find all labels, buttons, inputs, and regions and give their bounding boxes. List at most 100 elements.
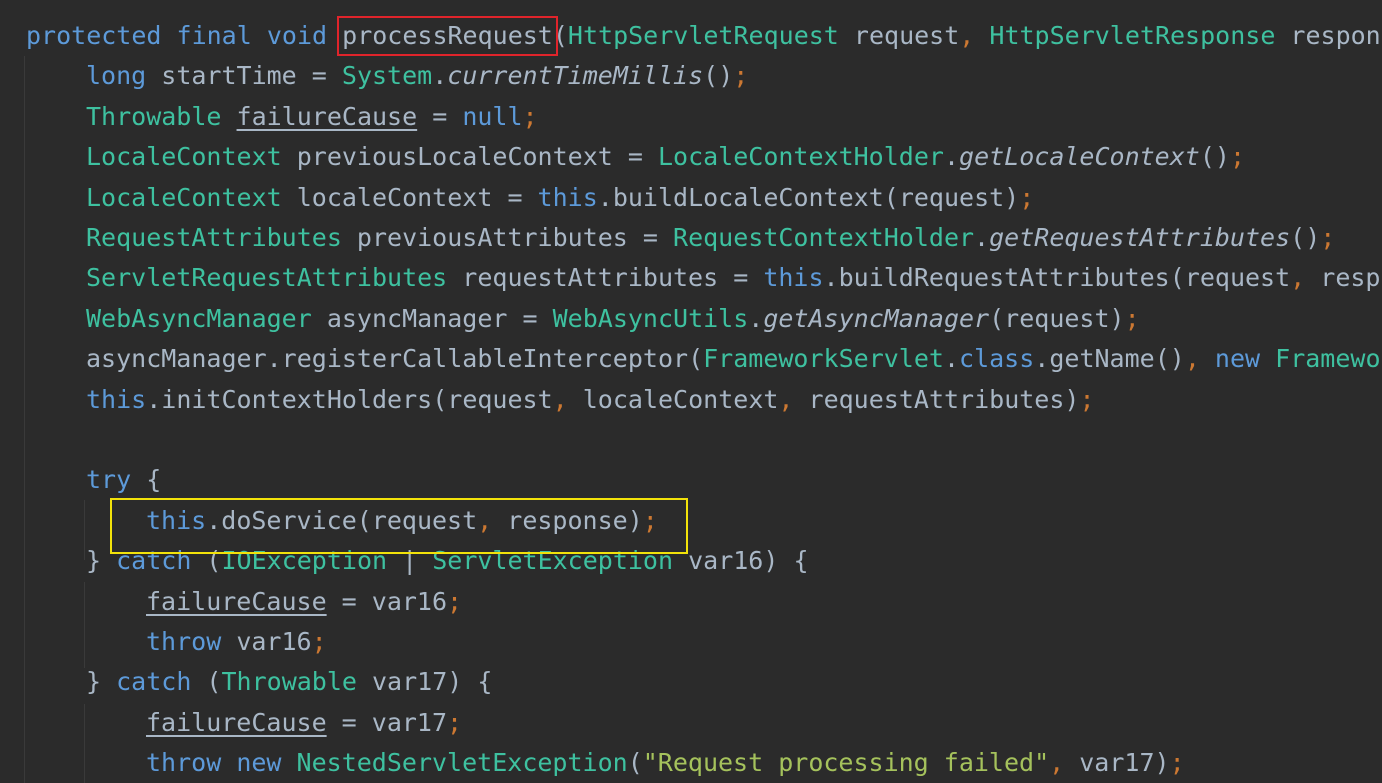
code-line[interactable]: LocaleContext previousLocaleContext = Lo…: [86, 137, 1245, 177]
code-token: previousAttributes =: [341, 223, 674, 252]
code-token: HttpServletRequest: [567, 21, 839, 50]
code-line[interactable]: throw var16;: [146, 622, 327, 662]
code-token: localeContext =: [281, 182, 538, 212]
code-token: asyncManager =: [311, 303, 553, 333]
code-token: ;: [1229, 142, 1246, 172]
code-token: IOException: [221, 546, 388, 576]
code-token: throw: [146, 748, 222, 778]
code-line[interactable]: try {: [86, 460, 161, 500]
code-token: FrameworkServlet: [703, 344, 944, 374]
code-token: ;: [642, 505, 658, 535]
code-token: System: [341, 61, 433, 91]
code-token: failureCause: [146, 586, 327, 616]
code-token: (: [191, 667, 222, 697]
code-token: failureCause: [236, 101, 418, 131]
code-token: requestAttributes): [808, 384, 1080, 414]
code-token: Framewor: [1275, 344, 1382, 374]
code-line[interactable]: this.initContextHolders(request, localeC…: [86, 380, 1095, 420]
code-token: null: [462, 101, 523, 131]
code-token: buildRequestAttributes: [838, 263, 1170, 293]
code-line[interactable]: long startTime = System.currentTimeMilli…: [86, 56, 748, 96]
code-line[interactable]: ServletRequestAttributes requestAttribut…: [86, 258, 1382, 298]
code-token: requestAttributes =: [447, 263, 764, 293]
code-line[interactable]: failureCause = var17;: [146, 703, 462, 743]
code-token: response): [507, 505, 643, 535]
indent-guide: [24, 56, 25, 783]
code-token: respo: [1320, 263, 1382, 293]
code-token: .: [432, 61, 448, 91]
code-token: (request): [883, 182, 1020, 212]
code-token: ;: [1169, 748, 1185, 778]
code-token: try: [86, 465, 132, 495]
code-token: ,: [1184, 344, 1215, 374]
code-line[interactable]: } catch (Throwable var17) {: [86, 662, 492, 702]
code-line[interactable]: throw new NestedServletException("Reques…: [146, 743, 1185, 783]
code-token: ;: [522, 101, 538, 131]
code-token: HttpServletResponse: [989, 21, 1276, 50]
code-line[interactable]: } catch (IOException | ServletException …: [86, 541, 809, 581]
code-token: .: [146, 384, 162, 414]
code-token: .: [1034, 344, 1050, 374]
code-token: .: [748, 303, 764, 333]
code-token: .: [943, 344, 960, 374]
code-token: final: [176, 21, 252, 50]
code-token: getRequestAttributes: [989, 223, 1291, 252]
code-token: this: [86, 384, 147, 414]
code-token: registerCallableInterceptor: [281, 344, 689, 374]
code-token: ,: [552, 384, 583, 414]
code-token: (request: [432, 384, 553, 414]
code-token: startTime =: [146, 61, 342, 91]
code-line[interactable]: failureCause = var16;: [146, 582, 462, 622]
code-line[interactable]: Throwable failureCause = null;: [86, 97, 538, 137]
code-token: (: [627, 748, 643, 778]
code-token: ,: [778, 384, 809, 414]
code-token: doService: [221, 505, 357, 535]
code-token: this: [537, 182, 598, 212]
code-token: var17): [1079, 748, 1170, 778]
code-token: (request: [1169, 263, 1291, 293]
code-line[interactable]: RequestAttributes previousAttributes = R…: [86, 218, 1335, 258]
code-token: (): [1290, 223, 1321, 252]
code-token: (): [1199, 142, 1230, 172]
code-line[interactable]: asyncManager.registerCallableInterceptor…: [86, 339, 1382, 379]
code-token: ,: [477, 505, 508, 535]
code-token: }: [86, 546, 117, 576]
code-token: RequestAttributes: [86, 223, 342, 252]
code-token: this: [146, 505, 207, 535]
code-token: NestedServletException: [296, 748, 628, 778]
code-token: .: [974, 223, 990, 252]
code-token: ;: [311, 627, 327, 656]
code-token: ServletRequestAttributes: [86, 263, 448, 293]
code-token: protected: [26, 21, 162, 50]
code-token: (): [703, 61, 734, 91]
code-line[interactable]: WebAsyncManager asyncManager = WebAsyncU…: [86, 299, 1140, 339]
code-editor[interactable]: protected final void processRequest(Http…: [0, 0, 1382, 783]
indent-guide: [84, 582, 85, 668]
code-token: LocaleContext: [86, 142, 282, 172]
code-token: initContextHolders: [161, 384, 433, 414]
code-token: processRequest: [342, 21, 553, 50]
code-token: getName: [1049, 344, 1155, 374]
code-token: (request): [989, 303, 1125, 333]
code-token: (: [688, 344, 704, 374]
code-token: catch: [116, 546, 192, 576]
code-line[interactable]: protected final void processRequest(Http…: [26, 16, 1382, 56]
code-token: catch: [116, 667, 192, 697]
code-token: this: [763, 263, 824, 293]
code-token: currentTimeMillis: [447, 61, 704, 91]
code-line[interactable]: LocaleContext localeContext = this.build…: [86, 178, 1034, 218]
code-token: WebAsyncManager: [86, 303, 312, 333]
indent-guide: [84, 500, 85, 560]
code-token: (: [552, 21, 568, 50]
code-token: ;: [1079, 384, 1095, 414]
code-token: =: [417, 101, 463, 131]
code-line[interactable]: this.doService(request, response);: [146, 501, 658, 541]
code-token: buildLocaleContext: [612, 182, 884, 212]
code-token: previousLocaleContext =: [281, 142, 658, 172]
code-token: var16) {: [673, 546, 809, 576]
